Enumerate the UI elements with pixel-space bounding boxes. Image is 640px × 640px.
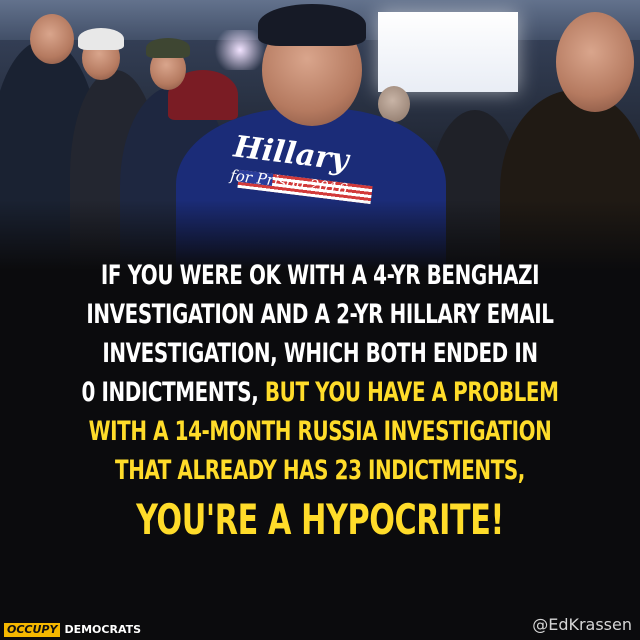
caption-line-4-white: 0 INDICTMENTS, xyxy=(81,377,265,408)
background-screen xyxy=(378,12,518,92)
white-cap xyxy=(78,28,124,50)
crowd-head-left xyxy=(30,14,74,64)
caption-punchline: YOU'RE A HYPOCRITE! xyxy=(136,495,504,544)
dark-cap xyxy=(146,38,190,58)
brand-occupy-badge: OCCUPY xyxy=(4,623,61,637)
caption-line-4: 0 INDICTMENTS, BUT YOU HAVE A PROBLEM xyxy=(58,373,583,412)
caption-line-5: WITH A 14-MONTH RUSSIA INVESTIGATION xyxy=(88,416,552,447)
caption-line-4-yellow: BUT YOU HAVE A PROBLEM xyxy=(264,377,559,408)
caption-line-2: INVESTIGATION AND A 2-YR HILLARY EMAIL xyxy=(86,299,554,330)
brand-logo: OCCUPY DEMOCRATS xyxy=(4,622,141,638)
crowd-photo: Hillary for Prison 2016 xyxy=(0,0,640,270)
right-man-head xyxy=(556,12,634,112)
caption-line-1: IF YOU WERE OK WITH A 4-YR BENGHAZI xyxy=(100,260,540,291)
author-handle: @EdKrassen xyxy=(532,615,632,634)
meme-caption: IF YOU WERE OK WITH A 4-YR BENGHAZI INVE… xyxy=(0,256,640,548)
caption-line-3: INVESTIGATION, WHICH BOTH ENDED IN xyxy=(102,338,538,369)
subject-cap xyxy=(258,4,366,46)
caption-line-6: THAT ALREADY HAS 23 INDICTMENTS, xyxy=(115,455,525,486)
brand-democrats-text: DEMOCRATS xyxy=(64,623,142,636)
